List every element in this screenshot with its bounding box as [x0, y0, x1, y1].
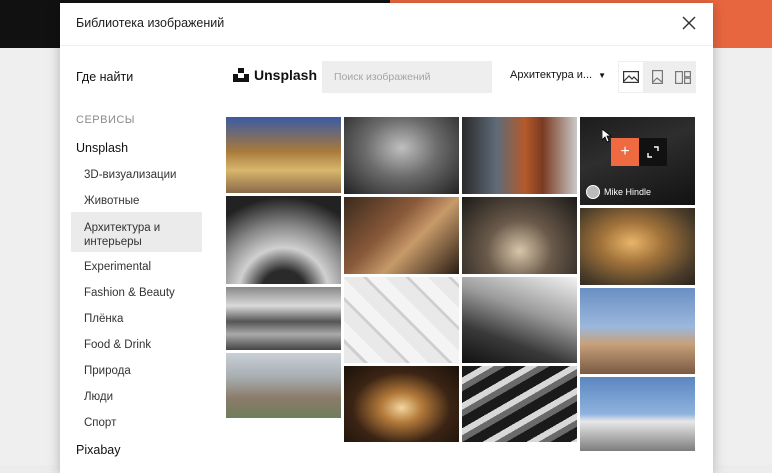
sidebar-item-animals[interactable]: Животные	[84, 195, 139, 207]
image-grid: + Mike Hindle	[226, 117, 696, 473]
image-tile-lobby[interactable]	[462, 117, 577, 194]
search-box	[322, 61, 492, 93]
close-icon	[682, 16, 696, 30]
add-image-button[interactable]: +	[611, 138, 639, 166]
sidebar-item-experimental[interactable]: Experimental	[84, 261, 151, 273]
sidebar-item-architecture[interactable]: Архитектура и интерьеры	[84, 221, 194, 249]
image-tile-shadow[interactable]	[462, 277, 577, 363]
image-library-modal: Библиотека изображений Где найти Unsplas…	[60, 3, 713, 473]
landscape-view-button[interactable]	[618, 61, 644, 93]
sidebar-item-people[interactable]: Люди	[84, 391, 113, 403]
image-tile-city[interactable]	[226, 353, 341, 418]
portrait-view-button[interactable]	[644, 61, 670, 93]
unsplash-icon	[233, 68, 249, 82]
image-tile-library[interactable]	[344, 197, 459, 274]
sidebar-item-unsplash[interactable]: Unsplash	[76, 141, 128, 155]
author-name: Mike Hindle	[604, 187, 652, 197]
image-tile-modern-building[interactable]	[580, 377, 695, 451]
expand-icon	[647, 146, 659, 158]
mouse-cursor-icon	[602, 129, 612, 143]
image-tile-arcade[interactable]	[344, 117, 459, 194]
image-tile-hovered[interactable]: + Mike Hindle	[580, 117, 695, 205]
category-select-value: Архитектура и...	[510, 69, 593, 81]
dropdown-arrow-icon: ▼	[598, 70, 607, 80]
sidebar-item-food[interactable]: Food & Drink	[84, 339, 151, 351]
sidebar-item-pixabay[interactable]: Pixabay	[76, 443, 120, 457]
image-tile-dome[interactable]	[226, 196, 341, 284]
image-tile-roof[interactable]	[226, 287, 341, 350]
view-mode-toggle	[618, 61, 696, 93]
image-tile-mosque[interactable]	[226, 117, 341, 193]
sidebar-item-3d[interactable]: 3D-визуализации	[84, 169, 176, 181]
image-tile-white-grid[interactable]	[344, 277, 459, 363]
image-tile-window-light[interactable]	[580, 208, 695, 285]
image-tile-rooftop[interactable]	[580, 288, 695, 374]
sidebar-item-film[interactable]: Плёнка	[84, 313, 123, 325]
search-input[interactable]	[322, 61, 492, 93]
modal-header: Библиотека изображений	[60, 3, 713, 46]
landscape-view-icon	[623, 71, 639, 83]
sidebar-section-title: СЕРВИСЫ	[76, 114, 136, 126]
where-label: Где найти	[76, 70, 134, 84]
image-tile-stripes[interactable]	[462, 366, 577, 442]
author-avatar	[586, 185, 600, 199]
category-select[interactable]: Архитектура и... ▼	[510, 69, 610, 81]
modal-title: Библиотека изображений	[76, 16, 225, 30]
sidebar-item-sport[interactable]: Спорт	[84, 417, 116, 429]
author-badge[interactable]: Mike Hindle	[586, 185, 651, 199]
plus-icon: +	[620, 143, 630, 160]
sidebar-item-fashion[interactable]: Fashion & Beauty	[84, 287, 175, 299]
portrait-view-icon	[651, 70, 663, 84]
image-tile-hall[interactable]	[462, 197, 577, 274]
unsplash-logo: Unsplash	[233, 67, 317, 83]
sidebar-item-nature[interactable]: Природа	[84, 365, 131, 377]
split-view-button[interactable]	[670, 61, 696, 93]
split-view-icon	[675, 70, 691, 84]
unsplash-logo-text: Unsplash	[254, 67, 318, 83]
expand-image-button[interactable]	[639, 138, 667, 166]
image-tile-corridor[interactable]	[344, 366, 459, 442]
background-dark-left	[0, 0, 60, 48]
close-button[interactable]	[681, 15, 697, 31]
